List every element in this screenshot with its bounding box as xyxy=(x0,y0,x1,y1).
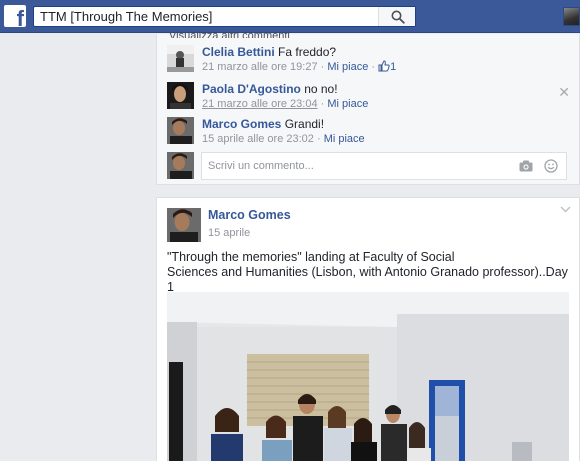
comment-timestamp[interactable]: 21 marzo alle ore 19:27 xyxy=(202,61,318,73)
search-button[interactable] xyxy=(378,7,415,26)
search-icon xyxy=(391,10,405,24)
comments-section: Visualizza altri commenti Clelia Bettini… xyxy=(156,30,580,185)
comment-composer xyxy=(167,152,572,180)
post-text: "Through the memories" landing at Facult… xyxy=(167,250,572,295)
like-count[interactable]: 1 xyxy=(390,61,396,73)
post-date[interactable]: 15 aprile xyxy=(208,227,250,239)
comment-item: Clelia Bettini Fa freddo? 21 marzo alle … xyxy=(167,45,572,73)
comment-body: Marco Gomes Grandi! 15 aprile alle ore 2… xyxy=(202,117,572,146)
emoji-icon[interactable] xyxy=(544,159,558,173)
separator-dot: · xyxy=(317,61,328,73)
separator-dot: · xyxy=(313,133,324,145)
avatar[interactable] xyxy=(167,208,201,242)
close-icon[interactable]: ✕ xyxy=(558,84,570,101)
avatar xyxy=(167,152,194,179)
avatar[interactable] xyxy=(167,45,194,72)
comment-text: no no! xyxy=(304,82,338,96)
comment-timestamp[interactable]: 15 aprile alle ore 23:02 xyxy=(202,133,314,145)
camera-icon[interactable] xyxy=(519,160,533,172)
post-text-line: Sciences and Humanities (Lisbon, with An… xyxy=(167,265,568,294)
comment-item: Marco Gomes Grandi! 15 aprile alle ore 2… xyxy=(167,117,572,145)
classroom-photo xyxy=(167,292,569,461)
comment-input-box xyxy=(201,152,567,180)
post-author[interactable]: Marco Gomes xyxy=(208,208,291,222)
like-button[interactable]: Mi piace xyxy=(324,133,365,145)
facebook-logo[interactable]: f xyxy=(4,5,26,31)
search-input[interactable] xyxy=(34,7,378,26)
comment-text: Fa freddo? xyxy=(278,45,337,59)
top-navigation-bar: f xyxy=(0,0,580,33)
post-photo[interactable] xyxy=(167,292,569,461)
comment-author[interactable]: Paola D'Agostino xyxy=(202,82,301,96)
separator-dot: · xyxy=(317,98,328,110)
avatar[interactable] xyxy=(167,117,194,144)
thumbs-up-icon[interactable] xyxy=(378,60,390,72)
comment-text: Grandi! xyxy=(284,117,325,131)
comment-input[interactable] xyxy=(202,153,512,179)
comment-timestamp[interactable]: 21 marzo alle ore 23:04 xyxy=(202,98,318,110)
comment-body: Paola D'Agostino no no! 21 marzo alle or… xyxy=(202,82,572,111)
profile-avatar[interactable] xyxy=(563,7,580,26)
like-button[interactable]: Mi piace xyxy=(327,61,368,73)
comment-author[interactable]: Marco Gomes xyxy=(202,117,281,131)
post-card: Marco Gomes 15 aprile "Through the memor… xyxy=(156,197,580,461)
separator-dot: · xyxy=(368,61,379,73)
comment-body: Clelia Bettini Fa freddo? 21 marzo alle … xyxy=(202,45,572,74)
comment-item: Paola D'Agostino no no! 21 marzo alle or… xyxy=(167,82,572,110)
like-button[interactable]: Mi piace xyxy=(327,98,368,110)
post-text-line: "Through the memories" landing at Facult… xyxy=(167,250,455,264)
search-box xyxy=(33,6,416,27)
facebook-logo-glyph: f xyxy=(16,6,24,31)
comment-author[interactable]: Clelia Bettini xyxy=(202,45,275,59)
view-more-comments-link[interactable]: Visualizza altri commenti xyxy=(169,30,290,38)
left-column xyxy=(0,34,155,461)
avatar[interactable] xyxy=(167,82,194,109)
chevron-down-icon[interactable] xyxy=(560,206,571,213)
